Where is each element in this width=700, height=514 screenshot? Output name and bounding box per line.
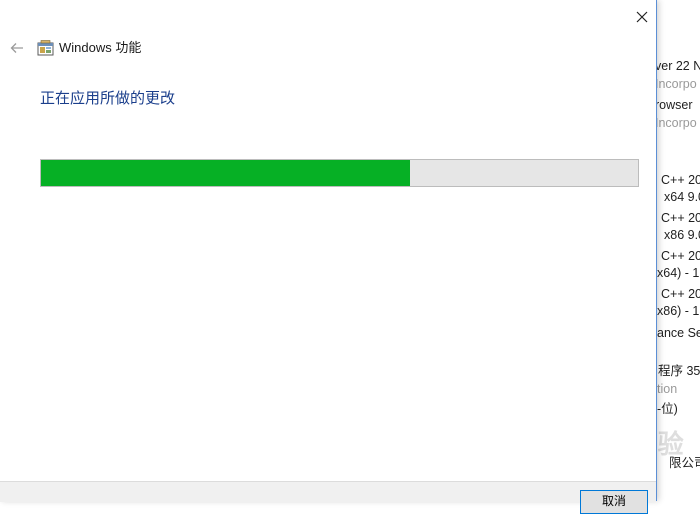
list-item: ance Se [657, 326, 700, 340]
windows-features-icon [37, 40, 54, 56]
list-item: C++ 20 [661, 249, 700, 263]
list-item: rowser [655, 98, 693, 112]
window-title: Windows 功能 [59, 40, 142, 55]
list-item: x64) - 1 [657, 266, 700, 280]
cancel-button[interactable]: 取消 [580, 490, 648, 514]
page-heading: 正在应用所做的更改 [40, 90, 176, 107]
list-item: tion [657, 382, 678, 396]
list-item: Incorpo [655, 116, 697, 130]
close-button[interactable] [628, 3, 656, 31]
close-icon [636, 11, 648, 23]
list-item: C++ 20 [661, 211, 700, 225]
background-window: ver 22 N Incorpo rowser Incorpo C++ 20 x… [655, 0, 700, 501]
back-arrow-icon [10, 43, 23, 53]
progress-bar-fill [41, 160, 410, 186]
list-item: x86 9.0 [664, 228, 700, 242]
list-item: 程序 35 [658, 364, 700, 378]
back-button[interactable] [7, 38, 27, 58]
list-item: ver 22 N [655, 59, 700, 73]
list-item: -位) [657, 402, 678, 416]
list-item: x86) - 1 [657, 304, 700, 318]
list-item: C++ 20 [661, 173, 700, 187]
dialog-footer [0, 481, 656, 502]
windows-features-dialog: Windows 功能 正在应用所做的更改 取消 [0, 0, 657, 514]
list-item: C++ 20 [661, 287, 700, 301]
progress-bar [40, 159, 639, 187]
list-item: Incorpo [655, 77, 697, 91]
list-item: x64 9.0 [664, 190, 700, 204]
list-item: 限公司 [669, 456, 700, 470]
